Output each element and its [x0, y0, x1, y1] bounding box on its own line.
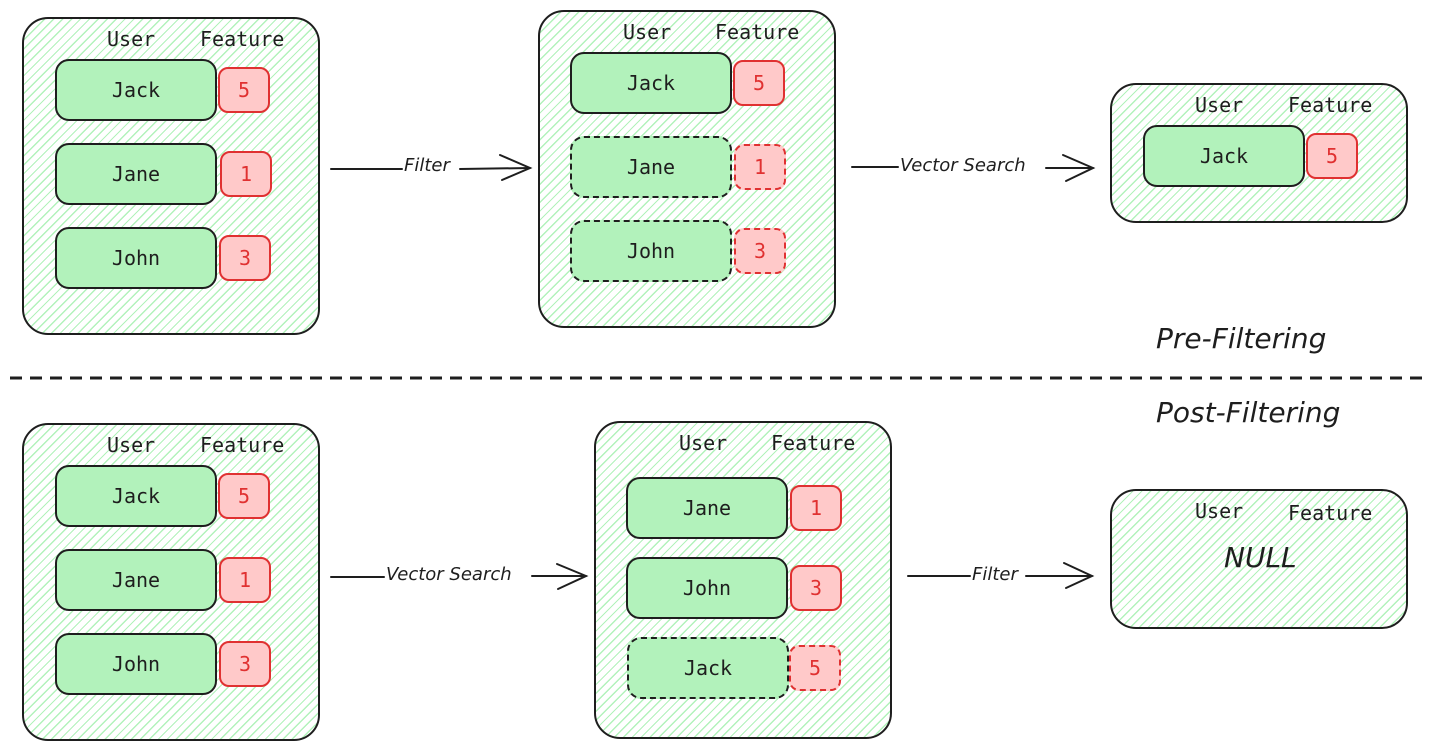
pre-filter-arrow — [330, 154, 533, 181]
post-vector-search-arrow — [330, 563, 589, 590]
connectors — [10, 154, 1430, 590]
post-filter-arrow — [907, 562, 1095, 589]
pre-vector-search-arrow — [851, 154, 1096, 182]
